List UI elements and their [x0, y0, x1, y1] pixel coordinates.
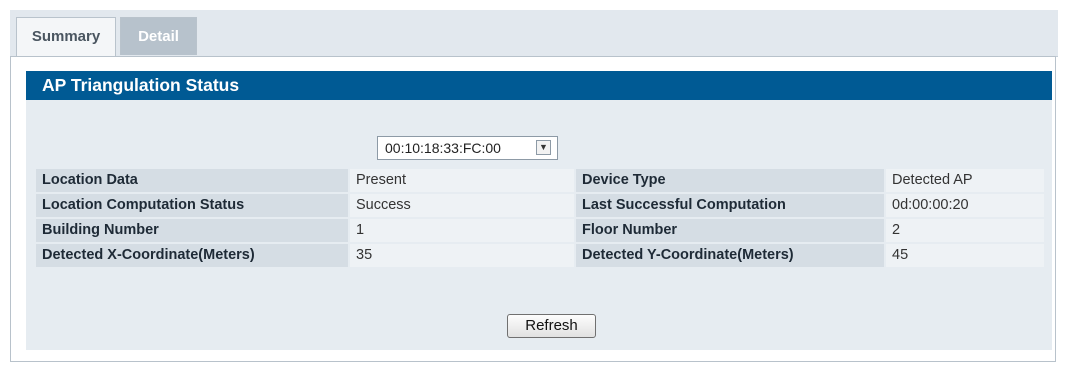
location-data-label: Location Data: [36, 169, 348, 192]
table-row: Location Data Present Device Type Detect…: [36, 169, 1044, 192]
detected-y-coordinate-value: 45: [886, 244, 1044, 267]
panel-body: 00:10:18:33:FC:00 ▼ Location Data Presen…: [26, 100, 1052, 350]
last-successful-computation-label: Last Successful Computation: [576, 194, 884, 217]
panel-title: AP Triangulation Status: [26, 71, 1052, 100]
detected-x-coordinate-value: 35: [350, 244, 574, 267]
device-type-value: Detected AP: [886, 169, 1044, 192]
detected-x-coordinate-label: Detected X-Coordinate(Meters): [36, 244, 348, 267]
triangulation-panel: AP Triangulation Status 00:10:18:33:FC:0…: [10, 56, 1056, 362]
floor-number-value: 2: [886, 219, 1044, 242]
location-computation-status-value: Success: [350, 194, 574, 217]
last-successful-computation-value: 0d:00:00:20: [886, 194, 1044, 217]
floor-number-label: Floor Number: [576, 219, 884, 242]
page: Summary Detail AP Triangulation Status 0…: [0, 0, 1084, 375]
building-number-label: Building Number: [36, 219, 348, 242]
mac-address-selected-value: 00:10:18:33:FC:00: [385, 140, 501, 156]
tab-summary[interactable]: Summary: [16, 17, 116, 56]
table-row: Detected X-Coordinate(Meters) 35 Detecte…: [36, 244, 1044, 267]
tab-bar: Summary Detail: [10, 10, 1058, 57]
mac-address-select[interactable]: 00:10:18:33:FC:00 ▼: [377, 136, 558, 160]
detected-y-coordinate-label: Detected Y-Coordinate(Meters): [576, 244, 884, 267]
table-row: Location Computation Status Success Last…: [36, 194, 1044, 217]
location-computation-status-label: Location Computation Status: [36, 194, 348, 217]
location-data-value: Present: [350, 169, 574, 192]
building-number-value: 1: [350, 219, 574, 242]
table-row: Building Number 1 Floor Number 2: [36, 219, 1044, 242]
refresh-button[interactable]: Refresh: [507, 314, 596, 338]
tab-detail[interactable]: Detail: [120, 17, 197, 55]
chevron-down-icon[interactable]: ▼: [536, 140, 551, 155]
device-type-label: Device Type: [576, 169, 884, 192]
